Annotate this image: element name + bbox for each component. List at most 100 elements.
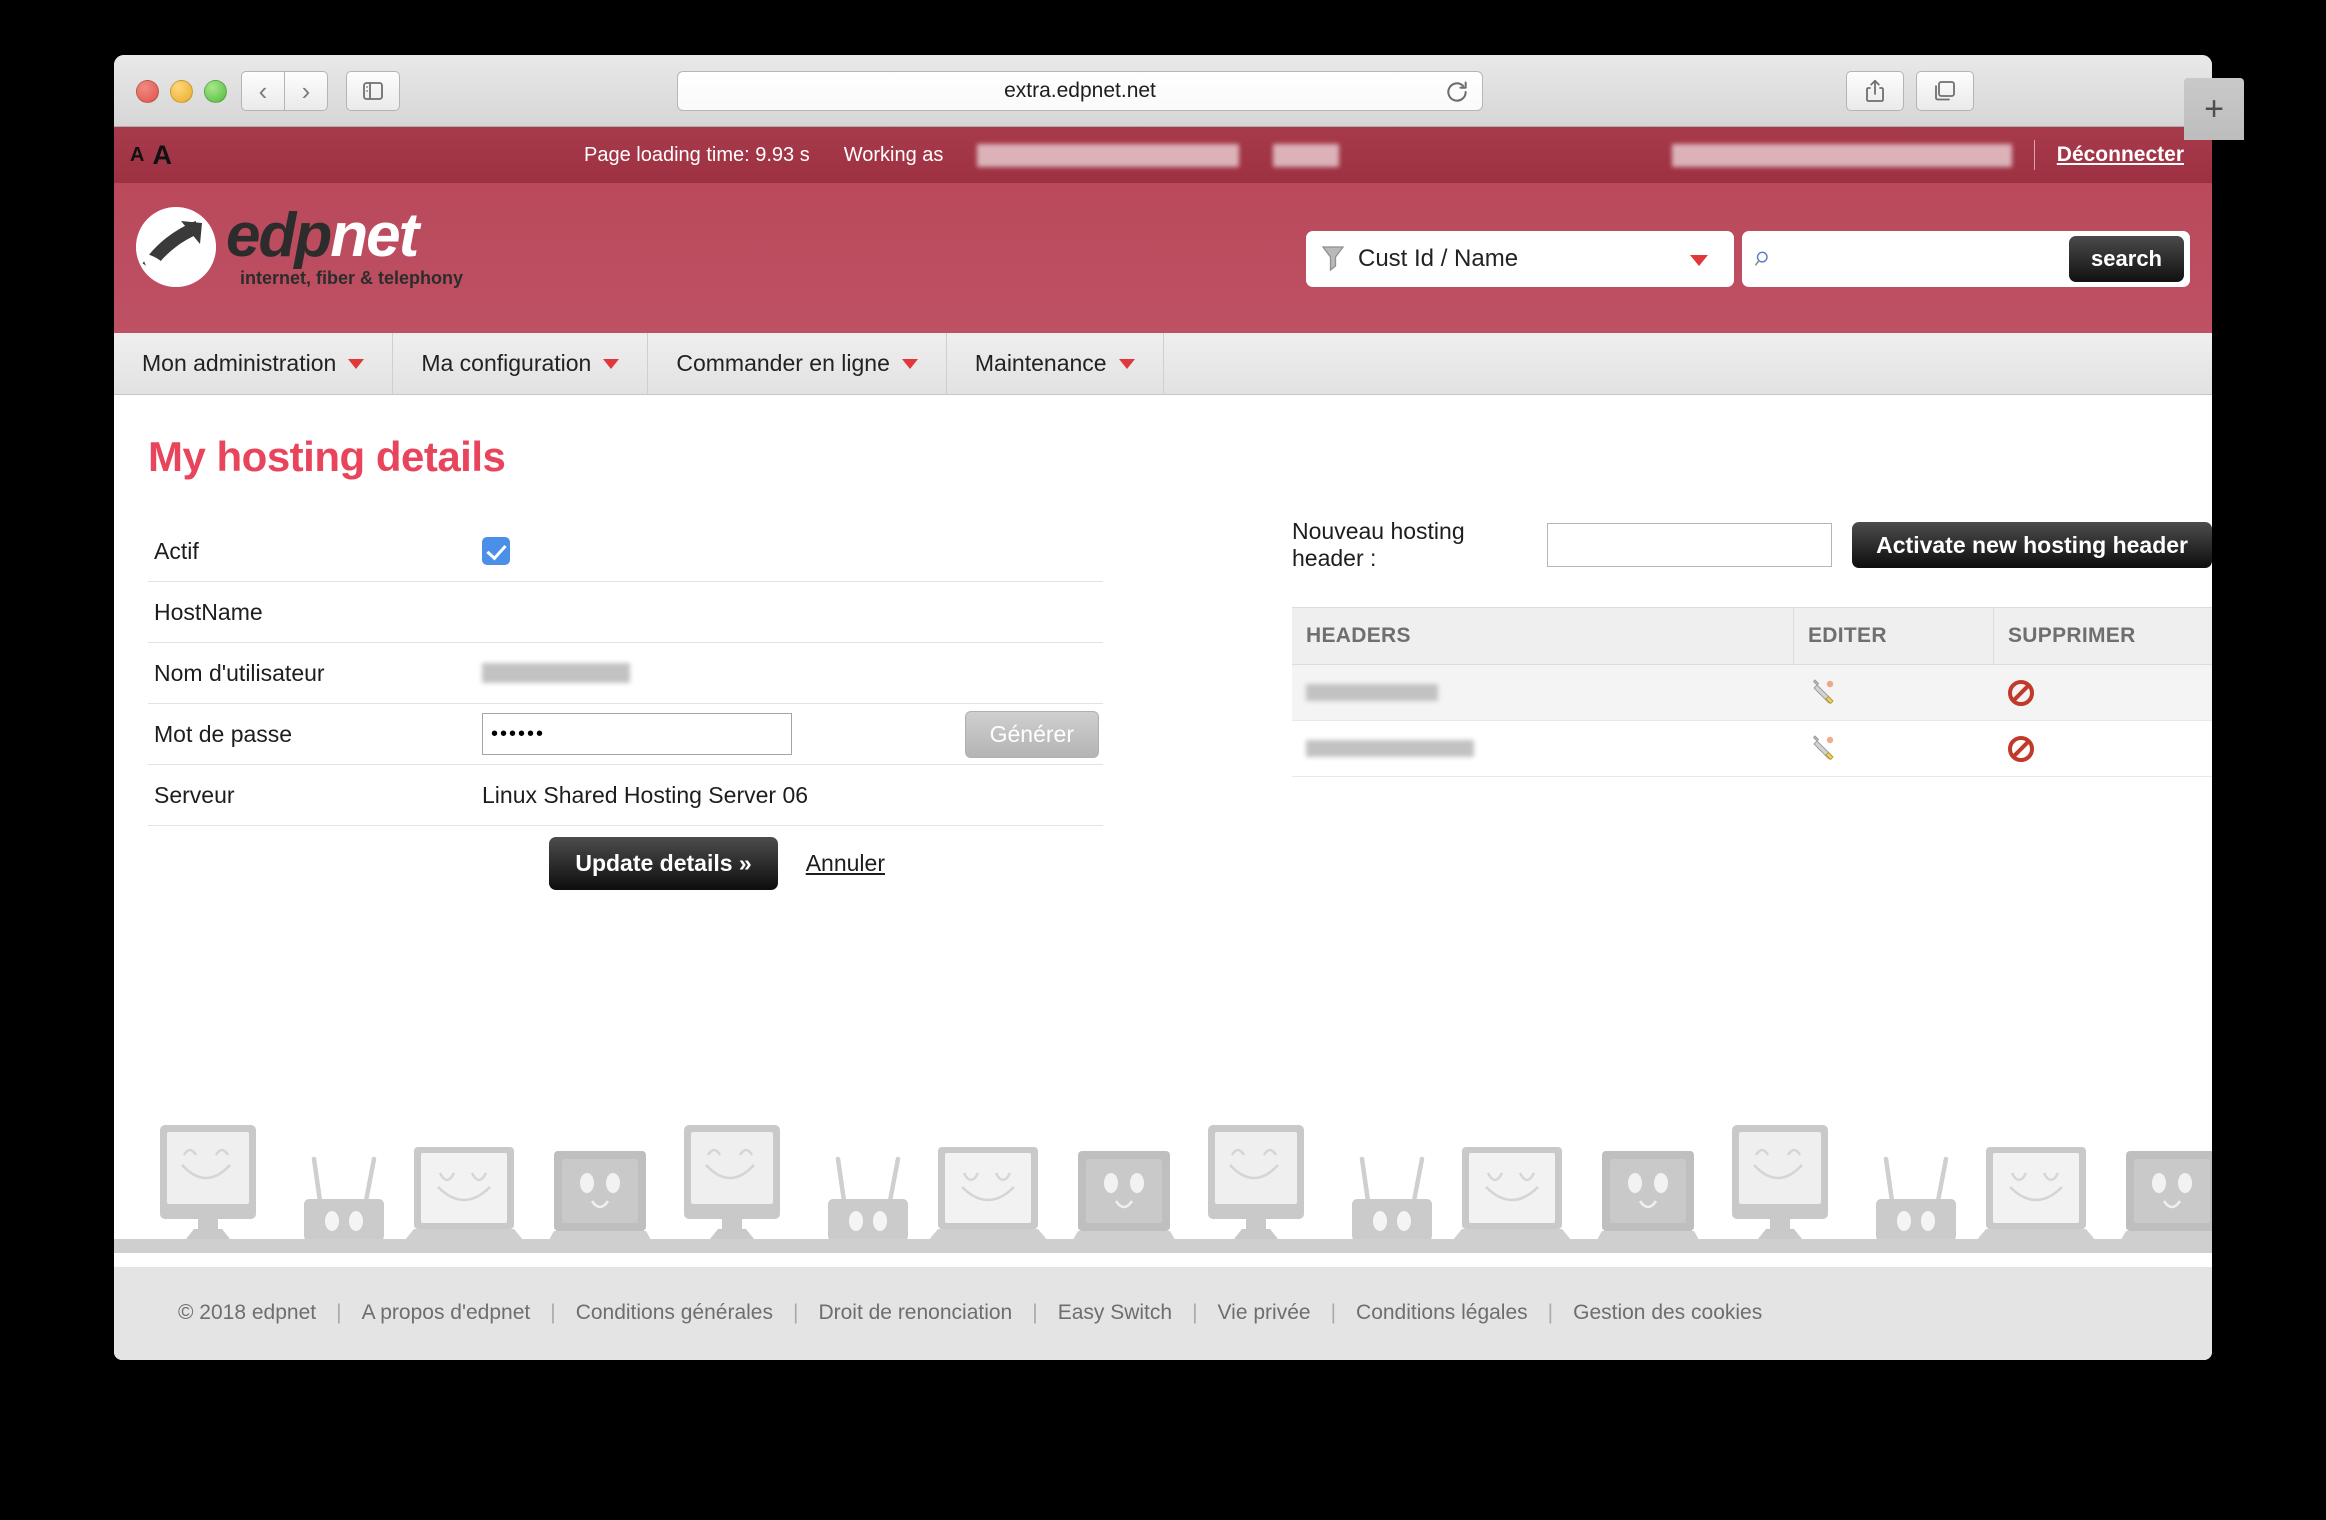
form-label-username: Nom d'utilisateur [148,659,482,687]
no-entry-icon[interactable] [2008,735,2034,762]
search-button[interactable]: search [2069,236,2184,282]
generate-password-button[interactable]: Générer [964,710,1099,758]
search-filter-label: Cust Id / Name [1358,245,1519,272]
form-row-password: Mot de passe Générer [148,704,1103,765]
main-navigation: Mon administration Ma configuration Comm… [114,333,2212,395]
chevron-down-icon [901,358,918,369]
table-row [1292,665,2212,721]
footer-link-a-propos[interactable]: A propos d'edpnet [362,1301,531,1325]
form-actions: Update details » Annuler [148,826,1103,900]
footer-link-conditions-generales[interactable]: Conditions générales [576,1301,773,1325]
footer-separator: | [550,1301,556,1324]
chevron-left-icon: ‹ [258,76,268,106]
table-row [1292,721,2212,777]
decrease-font-button[interactable]: A [130,144,144,167]
forward-button[interactable]: › [284,71,328,111]
browser-toolbar: ‹ › extra.edpnet.net [114,55,2212,127]
chevron-right-icon: › [301,76,311,106]
column-header-editer: EDITER [1794,607,1994,665]
form-row-username: Nom d'utilisateur [148,643,1103,704]
nav-label: Ma configuration [421,350,592,376]
magnifier-icon [1755,251,1768,266]
wrench-pencil-icon[interactable] [1808,676,1838,710]
new-header-row: Nouveau hosting header : Activate new ho… [1292,515,2212,575]
form-row-serveur: Serveur Linux Shared Hosting Server 06 [148,765,1103,826]
form-value-serveur: Linux Shared Hosting Server 06 [482,781,809,808]
share-button[interactable] [1846,71,1904,111]
footer-link-conditions-legales[interactable]: Conditions légales [1356,1301,1528,1325]
font-size-controls: A A [130,127,172,183]
hosting-details-form: Actif HostName Nom d'utilisateur Mot de … [148,521,1103,900]
delete-cell [1994,721,2212,777]
edit-cell [1794,665,1994,721]
working-as-account-redacted [977,143,1240,167]
form-value-actif [482,537,1103,565]
nav-item-commander-en-ligne[interactable]: Commander en ligne [648,333,947,394]
close-window-button[interactable] [136,80,159,103]
site-brandbar: edpnet internet, fiber & telephony Cust … [114,183,2212,333]
actif-checkbox[interactable] [482,537,510,565]
pagination: 1 [1292,799,2212,837]
working-as-label: Working as [843,143,944,166]
funnel-icon [1321,246,1345,272]
nav-label: Maintenance [974,350,1107,376]
new-header-input[interactable] [1546,523,1833,567]
header-name-redacted [1306,740,1474,757]
decorative-devices-band [114,1107,2212,1267]
increase-font-button[interactable]: A [152,140,172,171]
nav-item-ma-configuration[interactable]: Ma configuration [393,333,649,394]
nav-item-mon-administration[interactable]: Mon administration [114,333,394,394]
form-row-actif: Actif [148,521,1103,582]
footer-link-vie-privee[interactable]: Vie privée [1218,1301,1311,1325]
footer-copyright: © 2018 edpnet [178,1301,317,1324]
logo-wordmark: edpnet [226,205,463,267]
new-tab-button[interactable]: + [2184,78,2244,140]
form-label-actif: Actif [148,537,482,565]
back-button[interactable]: ‹ [241,71,285,111]
site-topbar: A A Page loading time: 9.93 s Working as… [114,127,2212,183]
footer-separator: | [1547,1301,1554,1324]
activate-new-hosting-header-button[interactable]: Activate new hosting header [1852,522,2212,568]
footer-separator: | [1330,1301,1337,1324]
edpnet-logo[interactable]: edpnet internet, fiber & telephony [136,203,463,289]
chevron-down-icon [1690,255,1708,266]
minimize-window-button[interactable] [170,80,193,103]
form-label-serveur: Serveur [148,781,482,809]
working-as-id-redacted [1273,143,1340,167]
maximize-window-button[interactable] [204,80,227,103]
chevron-down-icon [603,358,620,369]
wrench-pencil-icon[interactable] [1808,732,1838,766]
footer-link-easy-switch[interactable]: Easy Switch [1058,1301,1172,1325]
header-name-redacted [1306,684,1438,701]
footer-link-droit-de-renonciation[interactable]: Droit de renonciation [818,1301,1012,1325]
new-header-label: Nouveau hosting header : [1292,518,1465,571]
no-entry-icon[interactable] [2008,679,2034,706]
nav-item-maintenance[interactable]: Maintenance [947,333,1164,394]
reload-icon [1447,81,1467,102]
delete-cell [1994,665,2212,721]
logo-edp-text: edp [226,201,332,270]
edit-cell [1794,721,1994,777]
page-title: My hosting details [148,433,506,480]
reload-button[interactable] [1444,79,1470,105]
footer-link-gestion-des-cookies[interactable]: Gestion des cookies [1573,1301,1762,1325]
password-input[interactable] [482,713,792,755]
logout-link[interactable]: Déconnecter [2057,143,2184,167]
logo-tagline: internet, fiber & telephony [240,267,464,288]
address-bar[interactable]: extra.edpnet.net [677,71,1483,111]
search-filter-dropdown[interactable]: Cust Id / Name [1306,231,1734,287]
sidebar-toggle-button[interactable] [346,71,400,111]
logo-arrow-icon [136,207,216,287]
topbar-divider [2033,140,2035,170]
search-input[interactable] [1781,246,2070,272]
update-details-button[interactable]: Update details » [549,836,778,890]
footer-separator: | [1192,1301,1198,1324]
footer-separator: | [336,1301,342,1324]
form-label-password: Mot de passe [148,720,482,748]
footer-separator: | [1032,1301,1038,1324]
user-name-redacted [1671,143,2012,167]
show-tabs-button[interactable] [1916,71,1974,111]
hosting-headers-panel: Nouveau hosting header : Activate new ho… [1292,515,2212,837]
cancel-link[interactable]: Annuler [806,850,885,877]
page-loading-time: Page loading time: 9.93 s [584,143,810,166]
